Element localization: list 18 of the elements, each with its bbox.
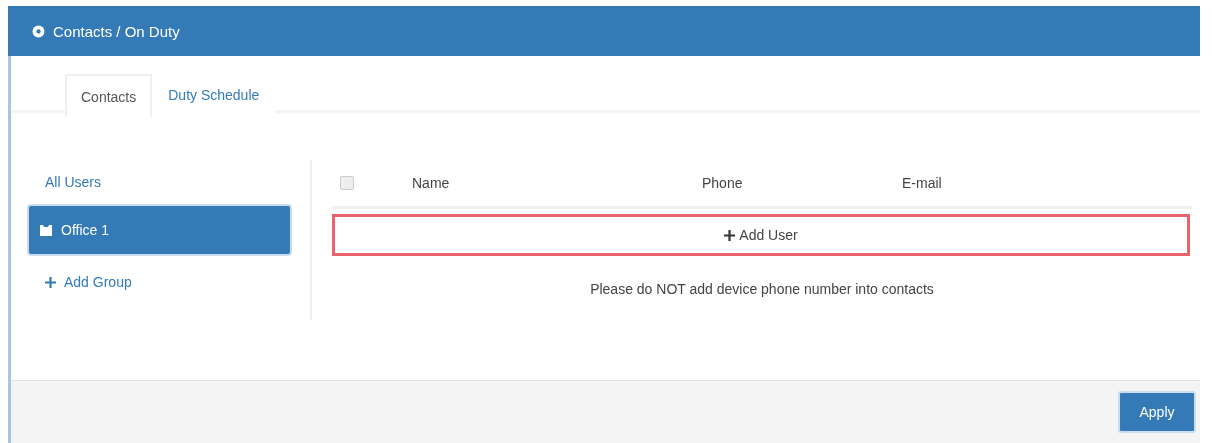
header-title: Contacts / On Duty [53,22,180,40]
add-group-link[interactable]: Add Group [27,260,292,304]
column-header: Name [412,175,451,191]
tab[interactable]: Contacts [65,74,153,117]
apply-button[interactable]: Apply [1118,391,1196,433]
group-label: Office 1 [61,222,109,238]
add-group-label: Add Group [64,274,132,290]
select-all-checkbox[interactable] [340,176,354,190]
column-header: E-mail [902,175,943,191]
notice-text: Please do NOT add device phone number into contacts [589,281,935,297]
plus-icon [724,229,736,241]
add-user-button[interactable]: Add User [332,214,1190,256]
add-user-label: Add User [739,227,798,243]
plus-icon [45,276,56,288]
group-item[interactable]: Office 1 [27,204,292,256]
group-item[interactable]: All Users [27,160,292,204]
column-header: Phone [702,175,744,191]
group-label: All Users [45,174,101,190]
